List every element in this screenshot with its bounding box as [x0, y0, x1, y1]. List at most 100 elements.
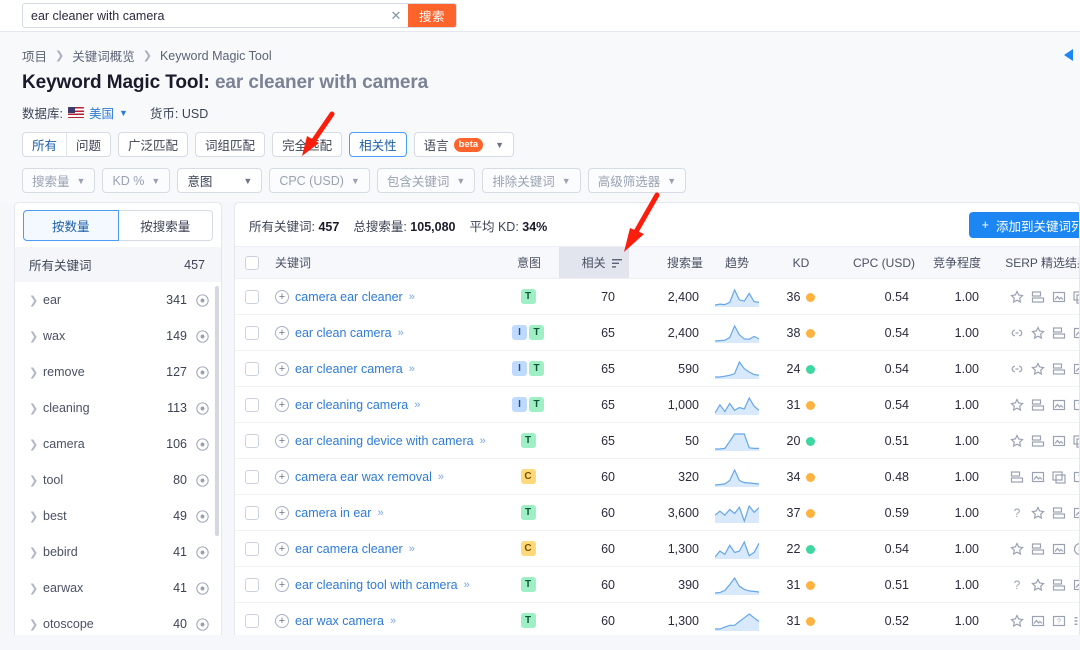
table-row[interactable]: +ear clean camera»IT652,400380.541.00 [235, 315, 1080, 351]
question-mark-icon[interactable]: ? [1010, 578, 1024, 592]
row-checkbox[interactable] [245, 434, 259, 448]
sidebar-keyword-list[interactable]: ❯ear341❯wax149❯remove127❯cleaning113❯cam… [15, 282, 221, 635]
chevron-right-icon[interactable]: ❯ [29, 510, 43, 523]
chevron-right-icon[interactable]: ❯ [29, 402, 43, 415]
add-keyword-icon[interactable]: + [275, 506, 289, 520]
link-icon[interactable] [1010, 362, 1024, 376]
tab-related[interactable]: 相关性 [349, 132, 407, 157]
tab-questions[interactable]: 问题 [67, 133, 110, 156]
sidebar-item-bebird[interactable]: ❯bebird41 [15, 534, 221, 570]
filter-volume[interactable]: 搜索量 ▼ [22, 168, 95, 193]
intent-badge-T[interactable]: T [521, 577, 536, 592]
table-row[interactable]: +camera in ear»T603,600370.591.00? [235, 495, 1080, 531]
keyword-link[interactable]: ear clean camera [295, 326, 392, 340]
language-filter[interactable]: 语言 beta ▼ [414, 132, 514, 157]
breadcrumb-item-keyword-overview[interactable]: 关键词概览 [72, 46, 135, 65]
eye-icon[interactable] [196, 510, 209, 523]
close-icon[interactable]: ✕ [384, 4, 408, 27]
image-icon[interactable] [1052, 290, 1066, 304]
chevron-double-right-icon[interactable]: » [409, 363, 414, 375]
tab-broad-match[interactable]: 广泛匹配 [118, 132, 188, 157]
intent-badge-I[interactable]: I [512, 361, 527, 376]
add-keyword-icon[interactable]: + [275, 578, 289, 592]
chevron-double-right-icon[interactable]: » [464, 579, 469, 591]
add-keyword-icon[interactable]: + [275, 434, 289, 448]
add-keyword-icon[interactable]: + [275, 326, 289, 340]
sidebar-item-earwax[interactable]: ❯earwax41 [15, 570, 221, 606]
eye-icon[interactable] [196, 438, 209, 451]
image-icon[interactable] [1031, 470, 1045, 484]
table-row[interactable]: +ear cleaning tool with camera»T60390310… [235, 567, 1080, 603]
layout-icon[interactable] [1052, 578, 1066, 592]
images-icon[interactable] [1073, 290, 1080, 304]
add-keyword-icon[interactable]: + [275, 362, 289, 376]
sidebar-item-cleaning[interactable]: ❯cleaning113 [15, 390, 221, 426]
filter-exclude-keywords[interactable]: 排除关键词 ▼ [482, 168, 580, 193]
eye-icon[interactable] [196, 366, 209, 379]
layout-icon[interactable] [1031, 434, 1045, 448]
row-checkbox[interactable] [245, 506, 259, 520]
sidebar-item-ear[interactable]: ❯ear341 [15, 282, 221, 318]
keyword-link[interactable]: camera ear wax removal [295, 470, 432, 484]
image-icon[interactable] [1031, 614, 1045, 628]
chevron-right-icon[interactable]: ❯ [29, 474, 43, 487]
star-icon[interactable] [1031, 578, 1045, 592]
sidebar-item-wax[interactable]: ❯wax149 [15, 318, 221, 354]
layout-icon[interactable] [1031, 290, 1045, 304]
table-row[interactable]: +ear wax camera»T601,300310.521.00? [235, 603, 1080, 636]
sidebar-item-otoscope[interactable]: ❯otoscope40 [15, 606, 221, 635]
eye-icon[interactable] [196, 618, 209, 631]
add-keyword-icon[interactable]: + [275, 398, 289, 412]
eye-icon[interactable] [196, 294, 209, 307]
eye-icon[interactable] [196, 330, 209, 343]
table-row[interactable]: +camera ear cleaner»T702,400360.541.00 [235, 279, 1080, 315]
keyword-link[interactable]: ear camera cleaner [295, 542, 403, 556]
row-checkbox[interactable] [245, 326, 259, 340]
intent-badge-T[interactable]: T [521, 289, 536, 304]
layout-icon[interactable] [1010, 470, 1024, 484]
sidebar-item-tool[interactable]: ❯tool80 [15, 462, 221, 498]
table-row[interactable]: +ear cleaning camera»IT651,000310.541.00… [235, 387, 1080, 423]
col-trend[interactable]: 趋势 [709, 247, 765, 279]
add-keyword-icon[interactable]: + [275, 542, 289, 556]
filter-kd[interactable]: KD % ▼ [102, 168, 170, 193]
breadcrumb-item-projects[interactable]: 项目 [22, 46, 47, 65]
chevron-right-icon[interactable]: ❯ [29, 582, 43, 595]
chevron-right-icon[interactable]: ❯ [29, 330, 43, 343]
chevron-double-right-icon[interactable]: » [414, 399, 419, 411]
layout-icon[interactable] [1052, 506, 1066, 520]
row-checkbox[interactable] [245, 290, 259, 304]
search-input[interactable] [23, 4, 384, 27]
keyword-link[interactable]: camera in ear [295, 506, 371, 520]
star-icon[interactable] [1010, 542, 1024, 556]
database-selector[interactable]: 数据库: 美国 ▼ [22, 103, 128, 122]
filter-cpc[interactable]: CPC (USD) ▼ [269, 168, 370, 193]
chevron-right-icon[interactable]: ❯ [29, 438, 43, 451]
chevron-double-right-icon[interactable]: » [377, 507, 382, 519]
select-all-checkbox[interactable] [245, 256, 259, 270]
chevron-double-right-icon[interactable]: » [409, 543, 414, 555]
add-keyword-icon[interactable]: + [275, 290, 289, 304]
images-icon[interactable] [1052, 470, 1066, 484]
table-row[interactable]: +ear cleaning device with camera»T655020… [235, 423, 1080, 459]
eye-icon[interactable] [196, 546, 209, 559]
chevron-right-icon[interactable]: ❯ [29, 546, 43, 559]
image-icon[interactable] [1052, 398, 1066, 412]
star-icon[interactable] [1010, 434, 1024, 448]
tab-phrase-match[interactable]: 词组匹配 [195, 132, 265, 157]
sidebar-item-remove[interactable]: ❯remove127 [15, 354, 221, 390]
image-icon[interactable] [1073, 506, 1080, 520]
star-icon[interactable] [1010, 614, 1024, 628]
row-checkbox[interactable] [245, 362, 259, 376]
row-checkbox[interactable] [245, 614, 259, 628]
filter-include-keywords[interactable]: 包含关键词 ▼ [377, 168, 475, 193]
sidebar-item-best[interactable]: ❯best49 [15, 498, 221, 534]
col-cpc[interactable]: CPC (USD) [837, 247, 921, 279]
add-keyword-icon[interactable]: + [275, 614, 289, 628]
intent-badge-T[interactable]: T [521, 433, 536, 448]
star-icon[interactable] [1031, 362, 1045, 376]
col-kd[interactable]: KD [765, 247, 837, 279]
chevron-right-icon[interactable]: ❯ [29, 294, 43, 307]
intent-badge-C[interactable]: C [521, 469, 536, 484]
layout-icon[interactable] [1052, 326, 1066, 340]
